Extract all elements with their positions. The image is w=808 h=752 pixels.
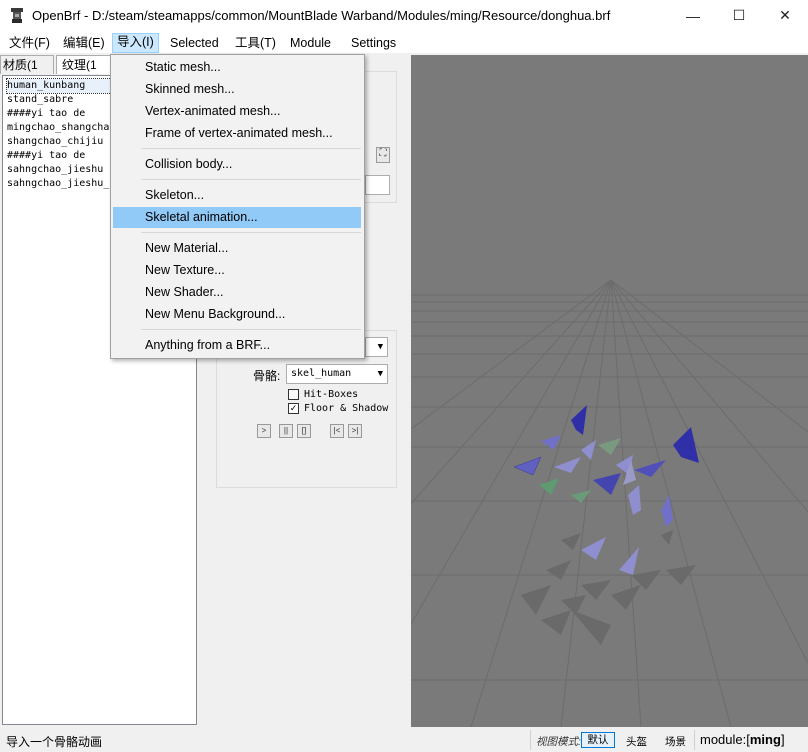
import-skinned-mesh[interactable]: Skinned mesh...: [113, 79, 361, 100]
prev-frame-button[interactable]: |<: [330, 424, 344, 438]
tab-textures[interactable]: 纹理(1: [56, 55, 112, 74]
list-item[interactable]: human_kunbang: [6, 78, 112, 94]
import-static-mesh[interactable]: Static mesh...: [113, 57, 361, 78]
floor-shadow-label: Floor & Shadow: [304, 403, 389, 414]
list-item[interactable]: sahngchao_jieshu: [7, 163, 111, 177]
3d-viewport[interactable]: [411, 55, 808, 727]
menu-edit[interactable]: 编辑(E): [59, 34, 109, 52]
module-indicator: module:[ming]: [700, 732, 785, 747]
close-button[interactable]: ✕: [762, 0, 808, 31]
menu-separator: [141, 232, 361, 233]
menu-module[interactable]: Module: [286, 34, 335, 52]
import-skeleton[interactable]: Skeleton...: [113, 185, 361, 206]
skeleton-combo[interactable]: skel_human ▼: [286, 364, 388, 384]
status-bar: 导入一个骨骼动画 视图模式: 默认 头盔 场景 module:[ming]: [0, 728, 808, 752]
view-mode-default-button[interactable]: 默认: [581, 732, 615, 748]
list-item[interactable]: stand_sabre: [7, 93, 111, 107]
menu-separator: [141, 148, 361, 149]
tab-materials[interactable]: 材质(1: [0, 55, 54, 74]
list-item[interactable]: shangchao_chijiu: [7, 135, 111, 149]
divider: [694, 730, 695, 750]
menu-settings[interactable]: Settings: [347, 34, 400, 52]
expand-icon[interactable]: ⛶: [376, 147, 390, 163]
menu-bar: 文件(F) 编辑(E) 导入(I) Selected 工具(T) Module …: [0, 31, 808, 53]
floor-shadow-checkbox[interactable]: ✓: [288, 403, 299, 414]
import-vertex-animated-mesh[interactable]: Vertex-animated mesh...: [113, 101, 361, 122]
skeleton-label: 骨骼:: [253, 369, 281, 383]
chevron-down-icon: ▼: [377, 369, 383, 379]
import-skeletal-animation[interactable]: Skeletal animation...: [113, 207, 361, 228]
window-title: OpenBrf - D:/steam/steamapps/common/Moun…: [32, 8, 611, 23]
divider: [530, 730, 531, 750]
list-item[interactable]: mingchao_shangchao: [7, 121, 111, 135]
play-button[interactable]: >: [257, 424, 271, 438]
upper-field[interactable]: [365, 175, 390, 195]
checkmark-icon: ✓: [289, 403, 298, 413]
menu-tools[interactable]: 工具(T): [231, 34, 280, 52]
hitboxes-label: Hit-Boxes: [304, 389, 359, 400]
new-material[interactable]: New Material...: [113, 238, 361, 259]
menu-selected[interactable]: Selected: [166, 34, 223, 52]
openbrf-app-icon: [11, 8, 23, 23]
new-menu-background[interactable]: New Menu Background...: [113, 304, 361, 325]
stop-button[interactable]: []: [297, 424, 311, 438]
list-item[interactable]: ####yi tao de: [7, 107, 111, 121]
menu-separator: [141, 329, 361, 330]
list-item[interactable]: sahngchao_jieshu_: [7, 177, 111, 191]
import-menu-dropdown: Static mesh... Skinned mesh... Vertex-an…: [110, 54, 365, 359]
menu-import[interactable]: 导入(I): [112, 33, 159, 53]
new-texture[interactable]: New Texture...: [113, 260, 361, 281]
viewport-canvas: [411, 55, 808, 727]
next-frame-button[interactable]: >|: [348, 424, 362, 438]
chevron-down-icon: ▼: [377, 342, 383, 352]
menu-file[interactable]: 文件(F): [5, 34, 54, 52]
view-mode-helmet-button[interactable]: 头盔: [626, 734, 647, 749]
title-bar: OpenBrf - D:/steam/steamapps/common/Moun…: [0, 0, 808, 31]
view-mode-label: 视图模式:: [536, 736, 581, 748]
new-shader[interactable]: New Shader...: [113, 282, 361, 303]
upper-combo[interactable]: ▼: [365, 337, 388, 357]
maximize-button[interactable]: ☐: [716, 0, 762, 31]
hitboxes-checkbox[interactable]: [288, 389, 299, 400]
status-message: 导入一个骨骼动画: [6, 735, 103, 749]
import-anything-from-brf[interactable]: Anything from a BRF...: [113, 335, 361, 356]
list-item[interactable]: ####yi tao de: [7, 149, 111, 163]
pause-button[interactable]: ||: [279, 424, 293, 438]
minimize-button[interactable]: —: [670, 0, 716, 31]
import-frame-vertex-animated[interactable]: Frame of vertex-animated mesh...: [113, 123, 361, 144]
menu-separator: [141, 179, 361, 180]
view-mode-scene-button[interactable]: 场景: [665, 734, 686, 749]
import-collision-body[interactable]: Collision body...: [113, 154, 361, 175]
